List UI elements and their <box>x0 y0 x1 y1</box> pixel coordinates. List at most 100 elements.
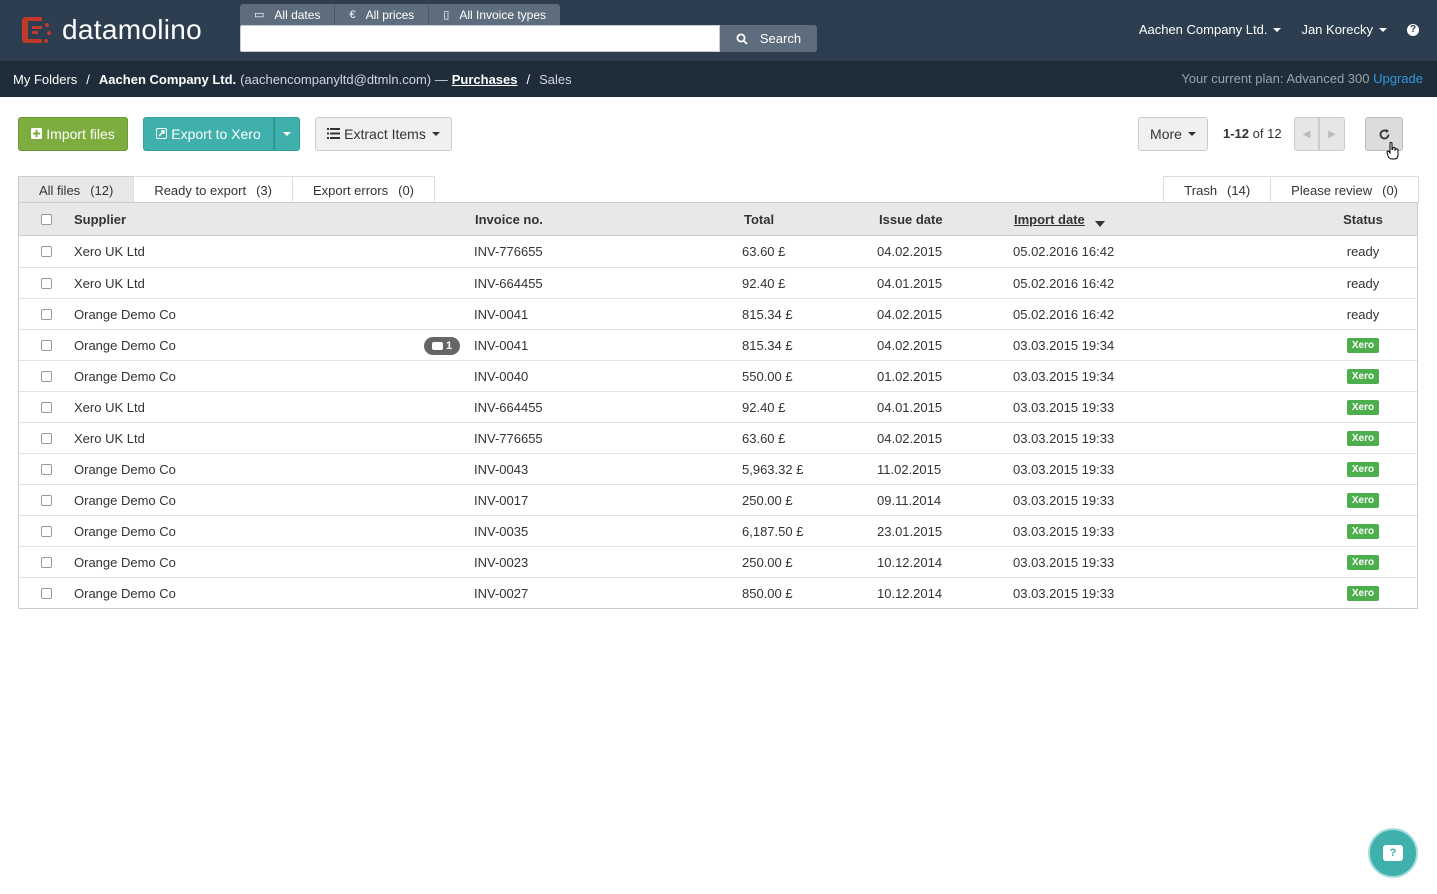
cell-total: 5,963.32 £ <box>742 461 804 477</box>
row-checkbox[interactable] <box>41 339 52 351</box>
tab-export-errors[interactable]: Export errors (0) <box>291 176 436 203</box>
export-icon <box>156 126 168 142</box>
help-icon[interactable]: ? <box>1407 23 1419 36</box>
status-badge[interactable]: Xero <box>1346 554 1380 570</box>
cell-supplier[interactable]: Orange Demo Co <box>74 299 176 329</box>
status-badge[interactable]: Xero <box>1346 399 1380 415</box>
cell-supplier[interactable]: Orange Demo Co <box>74 547 176 577</box>
next-page-button[interactable]: ▶ <box>1319 117 1345 151</box>
row-checkbox[interactable] <box>41 587 52 599</box>
row-checkbox[interactable] <box>41 246 52 257</box>
search-button[interactable]: Search <box>720 25 817 52</box>
table-row[interactable]: Orange Demo Co INV-0023 250.00 £ 10.12.2014… <box>19 546 1417 577</box>
row-checkbox[interactable] <box>41 401 52 413</box>
table-row[interactable]: Xero UK Ltd INV-664455 92.40 £ 04.01.2015 05… <box>19 267 1417 298</box>
filter-invoice-types[interactable]: ▯ All Invoice types <box>429 4 561 25</box>
cell-supplier[interactable]: Orange Demo Co <box>74 361 176 391</box>
table-row[interactable]: Orange Demo Co INV-0017 250.00 £ 09.11.2014… <box>19 484 1417 515</box>
extract-items-button[interactable]: Extract Items <box>315 117 452 151</box>
cell-supplier[interactable]: Orange Demo Co <box>74 516 176 546</box>
tab-please-review[interactable]: Please review (0) <box>1270 176 1419 203</box>
status-badge[interactable]: Xero <box>1346 430 1380 446</box>
chat-help-button[interactable]: ? <box>1368 828 1418 878</box>
status-badge[interactable]: Xero <box>1346 492 1380 508</box>
tab-trash[interactable]: Trash (14) <box>1163 176 1272 203</box>
upgrade-link[interactable]: Upgrade <box>1373 71 1423 86</box>
cell-supplier[interactable]: Xero UK Ltd <box>74 423 145 453</box>
tab-count: (12) <box>90 182 114 198</box>
cell-total: 250.00 £ <box>742 492 793 508</box>
row-checkbox[interactable] <box>41 370 52 382</box>
file-icon: ▯ <box>443 9 450 21</box>
breadcrumb-email: (aachencompanyltd@dtmln.com) — <box>240 71 448 87</box>
col-status[interactable]: Status <box>1319 203 1407 235</box>
cell-supplier[interactable]: Xero UK Ltd <box>74 268 145 298</box>
export-options-toggle[interactable] <box>274 117 300 151</box>
search-input[interactable] <box>240 25 720 52</box>
logo[interactable]: datamolino <box>16 10 202 50</box>
breadcrumb: My Folders / Aachen Company Ltd. (aachen… <box>0 61 1437 97</box>
table-row[interactable]: Xero UK Ltd INV-776655 63.60 £ 04.02.2015 05… <box>19 236 1417 267</box>
cell-invoice-no: INV-0040 <box>474 368 529 384</box>
row-checkbox[interactable] <box>41 463 52 475</box>
cell-issue-date: 10.12.2014 <box>877 554 943 570</box>
table-row[interactable]: Orange Demo Co INV-0040 550.00 £ 01.02.2015… <box>19 360 1417 391</box>
filter-dates[interactable]: ▭ All dates <box>240 4 336 25</box>
breadcrumb-purchases[interactable]: Purchases <box>452 72 518 87</box>
import-files-button[interactable]: Import files <box>18 117 128 151</box>
user-menu[interactable]: Jan Korecky <box>1301 22 1387 37</box>
cell-import-date: 03.03.2015 19:33 <box>1013 461 1115 477</box>
row-checkbox[interactable] <box>41 308 52 320</box>
comment-icon <box>431 342 443 350</box>
filter-prices[interactable]: € All prices <box>335 4 430 25</box>
comment-badge[interactable]: 1 <box>424 337 460 355</box>
breadcrumb-sales[interactable]: Sales <box>539 72 572 87</box>
status-badge[interactable]: Xero <box>1346 337 1380 353</box>
row-checkbox[interactable] <box>41 525 52 537</box>
import-files-label: Import files <box>46 126 115 142</box>
prev-page-button[interactable]: ◀ <box>1294 117 1319 151</box>
status-badge[interactable]: Xero <box>1346 523 1380 539</box>
more-label: More <box>1150 126 1182 142</box>
row-checkbox[interactable] <box>41 556 52 568</box>
col-import-date-wrap[interactable]: Import date <box>1014 203 1105 235</box>
table-row[interactable]: Orange Demo Co INV-0043 5,963.32 £ 11.02.20… <box>19 453 1417 484</box>
col-total[interactable]: Total <box>744 203 774 235</box>
breadcrumb-separator: / <box>86 71 90 87</box>
cell-supplier[interactable]: Orange Demo Co <box>74 578 176 608</box>
select-all-checkbox[interactable] <box>41 213 52 225</box>
col-issue-date[interactable]: Issue date <box>879 203 943 235</box>
cell-supplier[interactable]: Xero UK Ltd <box>74 392 145 422</box>
company-menu[interactable]: Aachen Company Ltd. <box>1139 22 1282 37</box>
row-checkbox[interactable] <box>41 494 52 506</box>
cell-supplier[interactable]: Orange Demo Co <box>74 485 176 515</box>
breadcrumb-my-folders[interactable]: My Folders <box>13 72 77 87</box>
tab-label: Please review <box>1291 182 1373 198</box>
table-row[interactable]: Xero UK Ltd INV-776655 63.60 £ 04.02.2015 03… <box>19 422 1417 453</box>
row-checkbox[interactable] <box>41 277 52 289</box>
cell-import-date: 03.03.2015 19:33 <box>1013 523 1115 539</box>
tab-all-files[interactable]: All files (12) <box>18 176 135 203</box>
table-row[interactable]: Xero UK Ltd INV-664455 92.40 £ 04.01.2015 03… <box>19 391 1417 422</box>
cell-supplier[interactable]: Xero UK Ltd <box>74 236 145 267</box>
row-checkbox[interactable] <box>41 432 52 444</box>
more-button[interactable]: More <box>1138 117 1208 151</box>
table-row[interactable]: Orange Demo Co INV-0027 850.00 £ 10.12.2014… <box>19 577 1417 608</box>
cell-supplier[interactable]: Orange Demo Co <box>74 330 176 360</box>
cell-import-date: 03.03.2015 19:33 <box>1013 430 1115 446</box>
status-badge[interactable]: Xero <box>1346 461 1380 477</box>
export-to-xero-button[interactable]: Export to Xero <box>143 117 274 151</box>
cell-invoice-no: INV-0017 <box>474 492 529 508</box>
calendar-icon: ▭ <box>254 9 265 21</box>
status-badge[interactable]: Xero <box>1346 368 1380 384</box>
table-row[interactable]: Orange Demo Co INV-0035 6,187.50 £ 23.01.20… <box>19 515 1417 546</box>
col-supplier[interactable]: Supplier <box>74 203 126 235</box>
tab-ready-to-export[interactable]: Ready to export (3) <box>133 176 293 203</box>
hand-cursor-icon <box>1386 142 1399 160</box>
col-invoice-no[interactable]: Invoice no. <box>475 203 543 235</box>
table-row[interactable]: Orange Demo Co INV-0041 815.34 £ 04.02.2015… <box>19 298 1417 329</box>
cell-supplier[interactable]: Orange Demo Co <box>74 454 176 484</box>
row-select-cell <box>41 392 52 422</box>
table-row[interactable]: Orange Demo Co 1 INV-0041 815.34 £ 04.02.201… <box>19 329 1417 360</box>
status-badge[interactable]: Xero <box>1346 585 1380 601</box>
